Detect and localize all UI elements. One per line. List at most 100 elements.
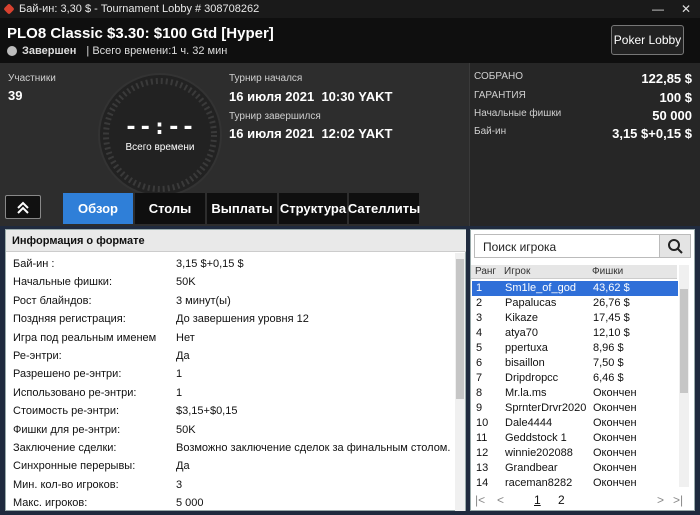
format-row-label: Начальные фишки: [13,276,113,289]
started-label: Турнир начался [229,73,303,84]
collapse-button[interactable] [5,195,41,219]
player-rank: 1 [476,282,483,294]
player-chips: 12,10 $ [593,327,630,339]
page-1[interactable]: 1 [534,493,541,507]
app-logo-icon [4,4,14,14]
tab-satellites[interactable]: Сателлиты [348,193,420,224]
player-row[interactable]: 4 atya70 12,10 $ [472,326,678,341]
player-name: winnie202088 [505,447,573,459]
player-name: Geddstock 1 [505,432,567,444]
format-row-value: Возможно заключение сделок за финальным … [176,442,451,454]
player-name: Sm1le_of_god [505,282,576,294]
format-row-label: Бай-ин : [13,258,55,270]
double-chevron-up-icon [17,201,29,214]
player-row[interactable]: 3 Kikaze 17,45 $ [472,311,678,326]
player-search[interactable]: Поиск игрока [474,234,691,258]
player-row[interactable]: 10 Dale4444 Окончен [472,416,678,431]
player-name: raceman8282 [505,477,573,489]
player-row[interactable]: 1 Sm1le_of_god 43,62 $ [472,281,678,296]
stat-row-collected: СОБРАНО 122,85 $ [474,71,692,86]
player-name: SprnterDrvr2020 [505,402,587,414]
tournament-name: PLO8 Classic $3.30: $100 Gtd [Hyper] [7,25,274,42]
player-name: ppertuxa [505,342,548,354]
finished-time: 16 июля 2021 12:02 YAKT [229,126,393,141]
tab-structure[interactable]: Структура [279,193,347,224]
last-page-button[interactable]: >| [673,493,683,507]
player-rank: 10 [476,417,489,429]
player-row[interactable]: 14 raceman8282 Окончен [472,476,678,491]
status-label: Завершен [22,45,77,57]
search-icon [668,239,683,254]
player-row[interactable]: 7 Dripdropcc 6,46 $ [472,371,678,386]
status-dot-icon [7,46,17,56]
tab-overview[interactable]: Обзор [63,193,133,224]
player-rank: 3 [476,312,483,324]
format-row-label: Использовано ре-энтри: [13,386,137,399]
player-row[interactable]: 12 winnie202088 Окончен [472,446,678,461]
player-row[interactable]: 2 Papalucas 26,76 $ [472,296,678,311]
player-chips: Окончен [593,462,637,474]
player-name: bisaillon [505,357,545,369]
player-rank: 9 [476,402,483,414]
minimize-button[interactable]: — [644,2,672,16]
player-chips: Окончен [593,417,637,429]
format-row-value: 5 000 [176,497,204,510]
format-row: Игра под реальным именем Нет [13,330,453,348]
col-chips[interactable]: Фишки [592,266,623,277]
format-row-value: Да [176,350,190,362]
format-scrollbar[interactable] [455,253,465,511]
poker-lobby-button[interactable]: Poker Lobby [611,25,684,55]
player-name: Dripdropcc [505,372,559,384]
format-row-label: Поздняя регистрация: [13,313,126,326]
participants-count: 39 [8,88,23,103]
player-rank: 8 [476,387,483,399]
player-rank: 14 [476,477,489,489]
player-rank: 7 [476,372,483,384]
prev-page-button[interactable]: < [497,493,504,507]
players-scrollbar[interactable] [679,265,689,487]
format-row-value: $3,15+$0,15 [176,405,238,418]
format-row-label: Синхронные перерывы: [13,460,136,473]
tab-tables[interactable]: Столы [135,193,205,224]
window-title: Бай-ин: 3,30 $ - Tournament Lobby # 3087… [19,3,260,15]
first-page-button[interactable]: |< [475,493,485,507]
player-chips: 26,76 $ [593,297,630,309]
player-row[interactable]: 11 Geddstock 1 Окончен [472,431,678,446]
player-row[interactable]: 13 Grandbear Окончен [472,461,678,476]
format-row: Использовано ре-энтри: 1 [13,385,453,403]
participants-label: Участники [8,73,56,84]
search-button[interactable] [659,235,690,257]
page-2[interactable]: 2 [558,493,565,507]
next-page-button[interactable]: > [657,493,664,507]
total-time: | Всего времени:1 ч. 32 мин [86,45,228,57]
player-row[interactable]: 8 Mr.la.ms Окончен [472,386,678,401]
close-button[interactable]: ✕ [672,2,700,16]
player-chips: 17,45 $ [593,312,630,324]
format-row-value: 3,15 $+0,15 $ [176,258,244,270]
stat-row-starting-chips: Начальные фишки 50 000 [474,108,692,123]
format-row: Начальные фишки: 50K [13,274,453,292]
player-name: Papalucas [505,297,557,309]
clock-label: Всего времени [125,142,195,153]
format-row-label: Ре-энтри: [13,350,62,362]
format-row: Рост блайндов: 3 минут(ы) [13,293,453,311]
format-row-label: Рост блайндов: [13,294,92,307]
player-name: atya70 [505,327,539,339]
player-chips: Окончен [593,432,637,444]
player-row[interactable]: 5 ppertuxa 8,96 $ [472,341,678,356]
player-search-input[interactable]: Поиск игрока [483,240,556,254]
player-name: Mr.la.ms [505,387,547,399]
finished-label: Турнир завершился [229,111,321,122]
col-rank[interactable]: Ранг [475,266,496,277]
format-info-title: Информация о формате [6,230,466,252]
col-player[interactable]: Игрок [504,266,530,277]
window-titlebar: Бай-ин: 3,30 $ - Tournament Lobby # 3087… [0,0,700,18]
tab-payouts[interactable]: Выплаты [207,193,277,224]
players-scroll-thumb[interactable] [680,289,688,393]
stat-row-buyin: Бай-ин 3,15 $+0,15 $ [474,126,692,141]
player-chips: Окончен [593,402,637,414]
format-scroll-thumb[interactable] [456,259,464,399]
player-row[interactable]: 9 SprnterDrvr2020 Окончен [472,401,678,416]
player-row[interactable]: 6 bisaillon 7,50 $ [472,356,678,371]
format-row-label: Разрешено ре-энтри: [13,368,122,381]
